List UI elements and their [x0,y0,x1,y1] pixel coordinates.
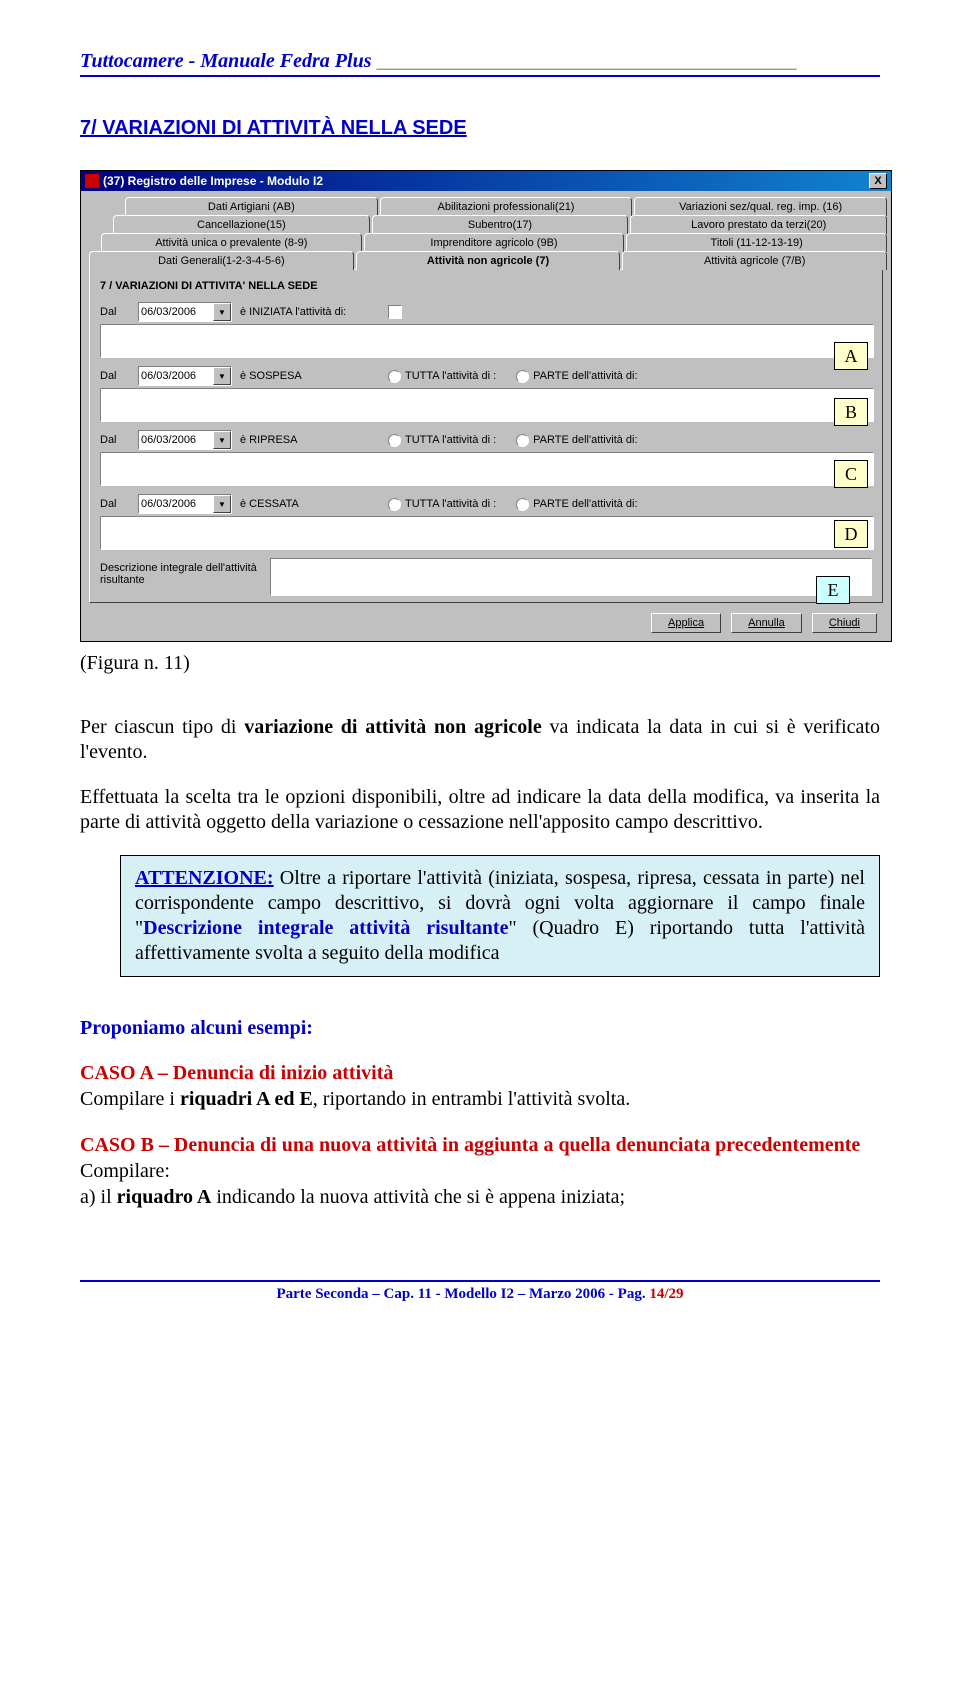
tab-attivita-unica[interactable]: Attività unica o prevalente (8-9) [101,233,362,252]
app-icon [85,174,99,188]
date-input-cessata[interactable] [139,498,213,510]
label-descrizione: Descrizione integrale dell'attività risu… [100,558,260,586]
date-dropdown-icon[interactable]: ▼ [213,495,231,513]
panel-title: 7 / VARIAZIONI DI ATTIVITA' NELLA SEDE [100,280,872,292]
text-ripresa[interactable] [100,452,874,486]
attention-label: ATTENZIONE: [135,867,274,889]
case-a: CASO A – Denuncia di inizio attività Com… [80,1060,880,1112]
callout-b: B [834,398,868,426]
paragraph-2: Effettuata la scelta tra le opzioni disp… [80,785,880,835]
tab-lavoro-terzi[interactable]: Lavoro prestato da terzi(20) [630,215,887,234]
close-button[interactable]: X [869,173,887,189]
tab-dati-artigiani[interactable]: Dati Artigiani (AB) [125,197,378,216]
radio-cessata-parte[interactable] [516,498,529,511]
row-iniziata: Dal ▼ è INIZIATA l'attività di: [100,302,872,322]
label-sospesa: è SOSPESA [240,370,380,382]
date-dropdown-icon[interactable]: ▼ [213,303,231,321]
date-dropdown-icon[interactable]: ▼ [213,367,231,385]
date-cessata[interactable]: ▼ [138,494,232,514]
radio-cessata-tutta[interactable] [388,498,401,511]
text-sospesa[interactable] [100,388,874,422]
radio-sospesa-tutta[interactable] [388,370,401,383]
page-footer: Parte Seconda – Cap. 11 - Modello I2 – M… [80,1280,880,1303]
tab-dati-generali[interactable]: Dati Generali(1-2-3-4-5-6) [89,251,354,270]
label-iniziata: è INIZIATA l'attività di: [240,306,380,318]
row-ripresa: Dal ▼ è RIPRESA TUTTA l'attività di : PA… [100,430,872,450]
close-icon: X [874,176,881,187]
row-sospesa: Dal ▼ è SOSPESA TUTTA l'attività di : PA… [100,366,872,386]
callout-e: E [816,576,850,604]
radio-sospesa-parte[interactable] [516,370,529,383]
label-cessata: è CESSATA [240,498,380,510]
label-ripresa: è RIPRESA [240,434,380,446]
paragraph-1: Per ciascun tipo di variazione di attivi… [80,715,880,765]
callout-a: A [834,342,868,370]
window-title: (37) Registro delle Imprese - Modulo I2 [103,174,323,188]
row-cessata: Dal ▼ è CESSATA TUTTA l'attività di : PA… [100,494,872,514]
text-cessata[interactable] [100,516,874,550]
figure-caption: (Figura n. 11) [80,652,880,675]
attention-box: ATTENZIONE: Oltre a riportare l'attività… [120,855,880,977]
date-ripresa[interactable]: ▼ [138,430,232,450]
tab-attivita-agricole[interactable]: Attività agricole (7/B) [622,251,887,270]
label-dal: Dal [100,498,130,510]
date-iniziata[interactable]: ▼ [138,302,232,322]
screenshot-container: (37) Registro delle Imprese - Modulo I2 … [80,170,880,642]
page-number: 14/29 [649,1286,683,1302]
date-dropdown-icon[interactable]: ▼ [213,431,231,449]
date-input-iniziata[interactable] [139,306,213,318]
tab-cancellazione[interactable]: Cancellazione(15) [113,215,370,234]
case-b: CASO B – Denuncia di una nuova attività … [80,1132,880,1210]
tab-imprenditore-agricolo[interactable]: Imprenditore agricolo (9B) [364,233,625,252]
tab-variazioni-sez[interactable]: Variazioni sez/qual. reg. imp. (16) [634,197,887,216]
radio-ripresa-tutta[interactable] [388,434,401,447]
label-dal: Dal [100,370,130,382]
radio-ripresa-parte[interactable] [516,434,529,447]
examples-heading: Proponiamo alcuni esempi: [80,1017,880,1040]
callout-d: D [834,520,868,548]
tab-abilitazioni[interactable]: Abilitazioni professionali(21) [380,197,633,216]
date-input-sospesa[interactable] [139,370,213,382]
button-row: Applica Annulla Chiudi [85,609,887,641]
section-title: 7/ VARIAZIONI DI ATTIVITÀ NELLA SEDE [80,117,880,140]
header-line: ________________________________________… [376,50,796,72]
tab-titoli[interactable]: Titoli (11-12-13-19) [626,233,887,252]
window-titlebar: (37) Registro delle Imprese - Modulo I2 … [81,171,891,191]
applica-button[interactable]: Applica [651,613,721,633]
text-iniziata[interactable] [100,324,874,358]
row-descrizione-integrale: Descrizione integrale dell'attività risu… [100,558,872,596]
tab-attivita-non-agricole[interactable]: Attività non agricole (7) [356,251,621,270]
text-descrizione-integrale[interactable] [270,558,872,596]
date-sospesa[interactable]: ▼ [138,366,232,386]
checkbox-iniziata[interactable] [388,305,402,319]
case-a-title: CASO A – Denuncia di inizio attività [80,1060,880,1086]
app-window: (37) Registro delle Imprese - Modulo I2 … [80,170,892,642]
form-panel: 7 / VARIAZIONI DI ATTIVITA' NELLA SEDE D… [89,269,883,603]
label-dal: Dal [100,306,130,318]
callout-c: C [834,460,868,488]
header-title: Tuttocamere - Manuale Fedra Plus [80,50,371,72]
tab-subentro[interactable]: Subentro(17) [372,215,629,234]
page-header: Tuttocamere - Manuale Fedra Plus _______… [80,50,880,77]
chiudi-button[interactable]: Chiudi [812,613,877,633]
case-b-title: CASO B – Denuncia di una nuova attività … [80,1132,880,1158]
label-dal: Dal [100,434,130,446]
date-input-ripresa[interactable] [139,434,213,446]
tabs-area: Dati Artigiani (AB) Abilitazioni profess… [81,191,891,641]
annulla-button[interactable]: Annulla [731,613,802,633]
